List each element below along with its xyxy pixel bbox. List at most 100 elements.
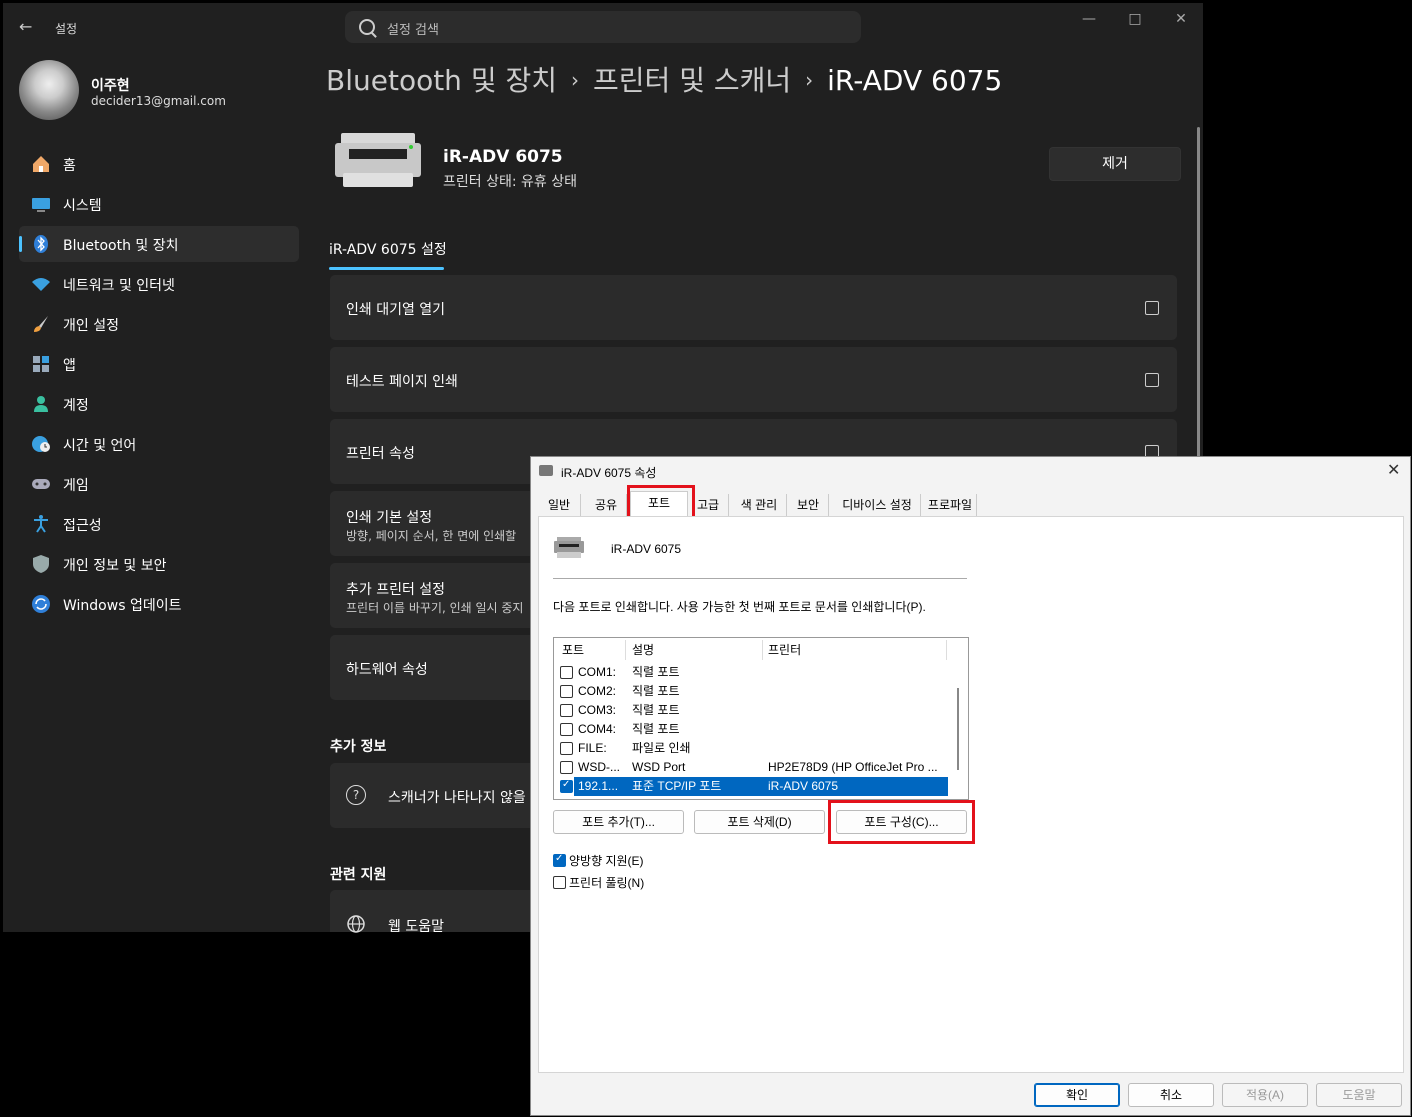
sidebar-item-windows-update[interactable]: Windows 업데이트 [19,586,299,622]
sidebar-item-privacy[interactable]: 개인 정보 및 보안 [19,546,299,582]
tab-general[interactable]: 일반 [538,494,581,516]
system-icon [32,198,50,212]
sidebar-item-network[interactable]: 네트워크 및 인터넷 [19,266,299,302]
account-icon [34,396,48,412]
card-title: 추가 프린터 설정 [346,582,446,598]
port-row-selected[interactable]: 192.1... 표준 TCP/IP 포트 iR-ADV 6075 [574,777,948,796]
sidebar-item-bluetooth[interactable]: Bluetooth 및 장치 [19,226,299,262]
port-description: 직렬 포트 [632,665,680,679]
port-row[interactable]: COM1: 직렬 포트 [554,663,948,682]
port-checkbox[interactable] [560,723,573,736]
sidebar-item-personalization[interactable]: 개인 설정 [19,306,299,342]
card-title: 스캐너가 나타나지 않을 [388,790,526,806]
search-box[interactable]: 설정 검색 [345,11,861,43]
port-row[interactable]: FILE: 파일로 인쇄 [554,739,948,758]
add-port-button[interactable]: 포트 추가(T)... [553,810,684,834]
card-title: 인쇄 기본 설정 [346,510,433,526]
sidebar-item-gaming[interactable]: 게임 [19,466,299,502]
column-header-printer[interactable]: 프린터 [768,638,801,662]
printer-status: 프린터 상태: 유휴 상태 [443,174,577,190]
printer-icon [539,465,553,476]
divider [553,578,967,579]
port-checkbox-checked[interactable] [560,779,573,793]
bidirectional-checkbox[interactable] [553,853,566,867]
help-icon: ? [346,785,366,805]
help-button[interactable]: 도움말 [1316,1083,1402,1107]
window-title: 설정 [55,22,78,36]
port-row[interactable]: COM2: 직렬 포트 [554,682,948,701]
tab-profile[interactable]: 프로파일 [924,494,977,516]
tab-security[interactable]: 보안 [788,494,829,516]
column-divider [625,640,626,660]
port-name: COM3: [578,703,617,717]
dialog-printer-name: iR-ADV 6075 [611,542,682,556]
delete-port-button[interactable]: 포트 삭제(D) [694,810,825,834]
shield-icon [33,555,49,573]
pooling-label: 프린터 풀링(N) [569,876,645,890]
remove-button[interactable]: 제거 [1049,147,1181,181]
port-instruction: 다음 포트로 인쇄합니다. 사용 가능한 첫 번째 포트로 문서를 인쇄합니다(… [553,600,926,614]
breadcrumb-item[interactable]: Bluetooth 및 장치 [326,64,557,97]
apps-icon [33,356,49,372]
sidebar-item-system[interactable]: 시스템 [19,186,299,222]
bidirectional-label: 양방향 지원(E) [569,854,644,868]
port-checkbox[interactable] [560,742,573,755]
card-test-page[interactable]: 테스트 페이지 인쇄 [330,347,1177,412]
port-description: 직렬 포트 [632,684,680,698]
card-title: 프린터 속성 [346,446,415,462]
minimize-icon[interactable]: — [1077,11,1101,31]
card-subtitle: 프린터 이름 바꾸기, 인쇄 일시 중지 [346,601,524,615]
user-name: 이주현 [91,78,130,94]
card-subtitle: 방향, 페이지 순서, 한 면에 인쇄할 [346,529,517,543]
avatar[interactable] [19,60,79,120]
column-header-port[interactable]: 포트 [562,638,584,662]
sidebar-item-accounts[interactable]: 계정 [19,386,299,422]
card-title: 테스트 페이지 인쇄 [346,374,458,390]
apply-button[interactable]: 적용(A) [1222,1083,1308,1107]
pooling-checkbox[interactable] [553,876,566,889]
card-title: 웹 도움말 [388,919,444,935]
close-icon[interactable]: ✕ [1169,11,1193,31]
tab-device-settings[interactable]: 디바이스 설정 [834,494,921,516]
sidebar-item-label: 개인 설정 [63,318,119,334]
printer-properties-dialog: iR-ADV 6075 속성 ✕ 일반 공유 포트 고급 색 관리 보안 디바이… [530,456,1411,1116]
tab-printer-settings[interactable]: iR-ADV 6075 설정 [329,239,447,259]
sidebar-item-apps[interactable]: 앱 [19,346,299,382]
cancel-button[interactable]: 취소 [1128,1083,1214,1107]
sidebar-item-time-language[interactable]: 시간 및 언어 [19,426,299,462]
home-icon [33,156,49,172]
accessibility-icon [34,515,48,533]
tab-sharing[interactable]: 공유 [586,494,627,516]
sidebar-item-accessibility[interactable]: 접근성 [19,506,299,542]
bluetooth-icon [34,235,48,253]
breadcrumb: Bluetooth 및 장치 › 프린터 및 스캐너 › iR-ADV 6075 [326,59,1002,99]
tab-color-management[interactable]: 색 관리 [732,494,787,516]
port-printer: iR-ADV 6075 [768,779,839,793]
column-divider [762,640,763,660]
column-header-description[interactable]: 설명 [632,638,654,662]
port-row[interactable]: WSD-... WSD Port HP2E78D9 (HP OfficeJet … [554,758,948,777]
back-arrow-icon[interactable]: ← [19,17,39,37]
close-icon[interactable]: ✕ [1387,460,1400,480]
card-open-queue[interactable]: 인쇄 대기열 열기 [330,275,1177,340]
sidebar-item-label: 네트워크 및 인터넷 [63,278,175,294]
gamepad-icon [32,479,50,489]
port-checkbox[interactable] [560,704,573,717]
port-row[interactable]: COM3: 직렬 포트 [554,701,948,720]
port-checkbox[interactable] [560,685,573,698]
port-checkbox[interactable] [560,666,573,679]
port-checkbox[interactable] [560,761,573,774]
port-name: FILE: [578,741,607,755]
ok-button[interactable]: 확인 [1034,1083,1120,1107]
sidebar-item-home[interactable]: 홈 [19,146,299,182]
port-row[interactable]: COM4: 직렬 포트 [554,720,948,739]
maximize-icon[interactable]: □ [1123,11,1147,31]
external-link-icon [1145,373,1159,387]
dialog-title: iR-ADV 6075 속성 [561,466,657,480]
port-name: COM1: [578,665,617,679]
update-icon [32,595,50,613]
port-list[interactable]: 포트 설명 프린터 COM1: 직렬 포트 COM2: 직렬 포트 COM3: … [553,637,969,800]
list-scrollbar[interactable] [957,688,959,770]
card-title: 인쇄 대기열 열기 [346,302,446,318]
breadcrumb-item[interactable]: 프린터 및 스캐너 [593,64,791,97]
